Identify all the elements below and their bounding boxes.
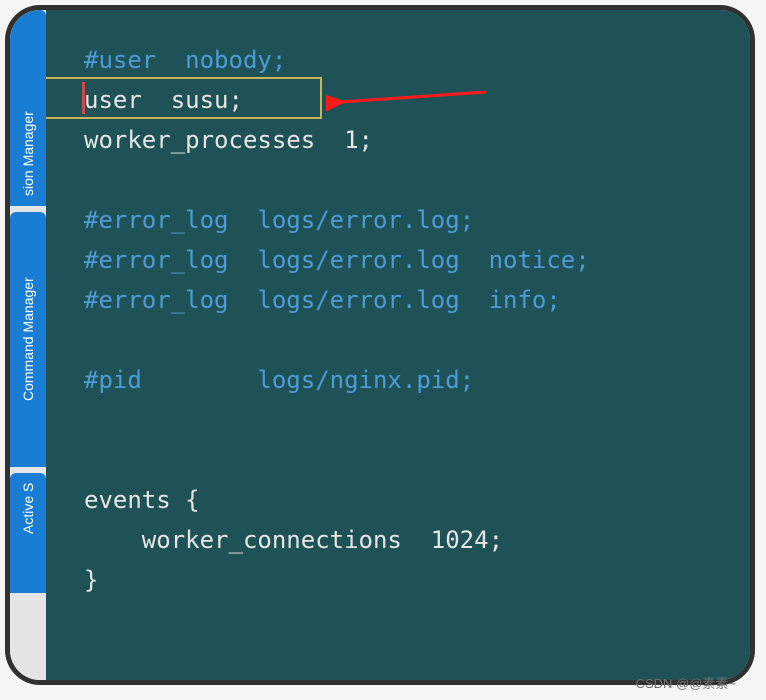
code-line: #error_log logs/error.log; (46, 200, 750, 240)
code-line (46, 160, 750, 200)
cursor (82, 82, 85, 114)
watermark: CSDN @@素素~ (636, 673, 736, 692)
tab-label: sion Manager (20, 111, 36, 196)
code-line (46, 440, 750, 480)
editor-window: sion Manager Command Manager Active S #u… (10, 10, 750, 680)
code-line: } (46, 560, 750, 600)
sidebar-tab-active-sessions[interactable]: Active S (10, 473, 46, 593)
code-line: worker_processes 1; (46, 120, 750, 160)
sidebar: sion Manager Command Manager Active S (10, 10, 46, 680)
sidebar-tab-command-manager[interactable]: Command Manager (10, 212, 46, 467)
tab-label: Active S (20, 483, 36, 534)
code-line (46, 600, 750, 640)
tab-label: Command Manager (20, 278, 36, 402)
code-line: worker_connections 1024; (46, 520, 750, 560)
sidebar-tab-session-manager[interactable]: sion Manager (10, 10, 46, 206)
code-editor[interactable]: #user nobody;user susu;worker_processes … (46, 10, 750, 680)
code-line: events { (46, 480, 750, 520)
code-line: user susu; (46, 80, 750, 120)
code-line: #error_log logs/error.log notice; (46, 240, 750, 280)
code-content: #user nobody;user susu;worker_processes … (46, 40, 750, 680)
code-line (46, 320, 750, 360)
code-line: #error_log logs/error.log info; (46, 280, 750, 320)
code-line: #pid logs/nginx.pid; (46, 360, 750, 400)
code-line (46, 400, 750, 440)
code-line: #user nobody; (46, 40, 750, 80)
